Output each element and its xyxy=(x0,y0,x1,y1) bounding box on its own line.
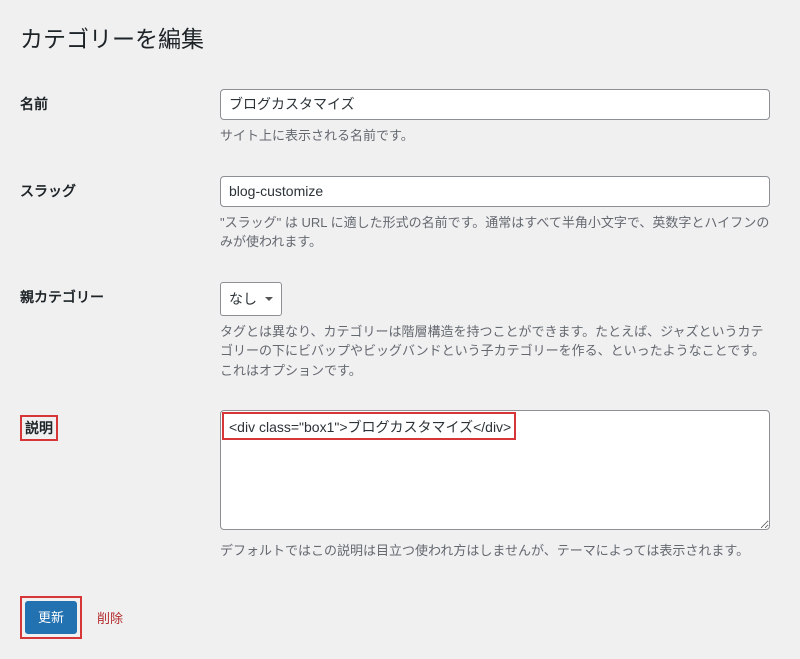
description-label-highlight: 説明 xyxy=(20,415,58,441)
update-button-highlight: 更新 xyxy=(20,596,82,640)
name-description: サイト上に表示される名前です。 xyxy=(220,126,770,146)
slug-input[interactable] xyxy=(220,176,770,207)
update-button[interactable]: 更新 xyxy=(25,601,77,635)
name-input[interactable] xyxy=(220,89,770,120)
slug-label: スラッグ xyxy=(20,161,220,267)
field-row-description: 説明 <div class="box1">ブログカスタマイズ</div> デフォ… xyxy=(20,395,780,576)
parent-description: タグとは異なり、カテゴリーは階層構造を持つことができます。たとえば、ジャズという… xyxy=(220,322,770,381)
description-textarea[interactable] xyxy=(220,410,770,530)
field-row-parent: 親カテゴリー なし タグとは異なり、カテゴリーは階層構造を持つことができます。た… xyxy=(20,267,780,396)
description-description: デフォルトではこの説明は目立つ使われ方はしませんが、テーマによっては表示されます… xyxy=(220,541,770,561)
field-row-name: 名前 サイト上に表示される名前です。 xyxy=(20,74,780,161)
delete-link[interactable]: 削除 xyxy=(97,608,123,627)
field-row-slug: スラッグ "スラッグ" は URL に適した形式の名前です。通常はすべて半角小文… xyxy=(20,161,780,267)
submit-row: 更新 削除 xyxy=(20,596,780,640)
description-label: 説明 xyxy=(25,420,53,436)
parent-label: 親カテゴリー xyxy=(20,267,220,396)
name-label: 名前 xyxy=(20,74,220,161)
page-title: カテゴリーを編集 xyxy=(20,20,780,54)
parent-select[interactable]: なし xyxy=(220,282,282,316)
slug-description: "スラッグ" は URL に適した形式の名前です。通常はすべて半角小文字で、英数… xyxy=(220,213,770,252)
